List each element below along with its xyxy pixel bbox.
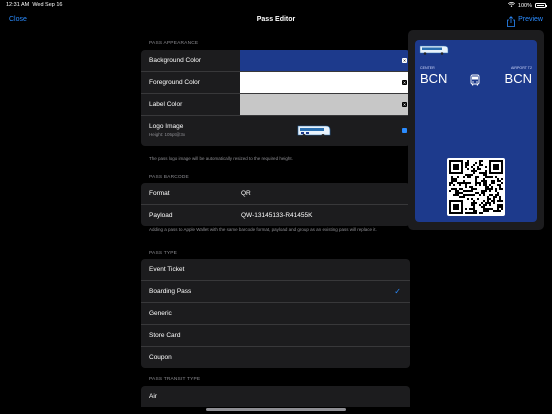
preview-button[interactable]: Preview <box>518 16 543 23</box>
transit-type-group: Air <box>141 386 410 407</box>
bus-icon <box>469 73 481 86</box>
logo-image-row[interactable]: Logo Image Height: 105pt@3x <box>141 115 410 146</box>
logo-edit-icon[interactable] <box>402 128 407 133</box>
barcode-payload-row[interactable]: Payload QW-13145133-R41455K <box>141 204 410 226</box>
status-right: 100% <box>507 2 547 9</box>
pass-logo-image <box>419 43 449 55</box>
logo-image-label: Logo Image <box>149 123 184 130</box>
pass-type-generic[interactable]: Generic <box>141 302 410 324</box>
pass-type-boarding-pass[interactable]: Boarding Pass ✓ <box>141 280 410 302</box>
pass-type-label: Boarding Pass <box>149 288 192 295</box>
foreground-color-label: Foreground Color <box>149 79 200 86</box>
appearance-note: The pass logo image will be automaticall… <box>149 156 293 161</box>
barcode-group: Format QR Payload QW-13145133-R41455K <box>141 183 410 226</box>
wifi-icon <box>507 2 515 9</box>
appearance-group: Background Color ✕ Foreground Color ✕ La… <box>141 50 410 146</box>
origin-label: CENTER <box>420 66 435 70</box>
transit-type-air[interactable]: Air <box>141 386 410 407</box>
editor-form: PASS APPEARANCE Background Color ✕ Foreg… <box>141 30 410 414</box>
section-header-transit-type: PASS TRANSIT TYPE <box>149 377 201 382</box>
battery-percent: 100% <box>517 2 532 9</box>
section-header-pass-type: PASS TYPE <box>149 251 178 256</box>
background-color-row[interactable]: Background Color ✕ <box>141 50 410 71</box>
home-indicator <box>206 408 346 411</box>
foreground-color-swatch[interactable] <box>240 72 410 93</box>
pass-type-coupon[interactable]: Coupon <box>141 346 410 368</box>
share-icon[interactable] <box>506 14 516 27</box>
clear-label-color-icon[interactable]: ✕ <box>402 102 407 107</box>
status-bar: 12:31 AM Wed Sep 16 100% <box>0 0 552 10</box>
bus-logo-image[interactable] <box>296 124 332 138</box>
origin-code: BCN <box>420 71 448 86</box>
background-color-label: Background Color <box>149 57 202 64</box>
label-color-label: Label Color <box>149 101 183 108</box>
barcode-format-label: Format <box>149 190 170 197</box>
pass-type-label: Event Ticket <box>149 266 185 273</box>
status-time: 12:31 AM Wed Sep 16 <box>6 2 63 8</box>
pass-type-label: Store Card <box>149 332 181 339</box>
pass-card: CENTER AIRPORT T2 BCN BCN <box>415 40 537 222</box>
pass-type-event-ticket[interactable]: Event Ticket <box>141 259 410 280</box>
section-header-barcode: PASS BARCODE <box>149 175 189 180</box>
clear-background-icon[interactable]: ✕ <box>402 58 407 63</box>
foreground-color-row[interactable]: Foreground Color ✕ <box>141 71 410 93</box>
pass-preview-popover: CENTER AIRPORT T2 BCN BCN <box>408 30 544 230</box>
barcode-format-row[interactable]: Format QR <box>141 183 410 204</box>
pass-type-label: Generic <box>149 310 172 317</box>
background-color-swatch[interactable] <box>240 50 410 71</box>
destination-code: BCN <box>504 71 532 86</box>
barcode-note: Adding a pass to Apple Wallet with the s… <box>149 227 377 232</box>
transit-type-label: Air <box>149 393 157 400</box>
label-color-row[interactable]: Label Color ✕ <box>141 93 410 115</box>
qr-code <box>447 158 505 216</box>
page-title: Pass Editor <box>256 16 296 23</box>
logo-image-size: Height: 105pt@3x <box>149 132 186 137</box>
checkmark-icon: ✓ <box>394 287 401 296</box>
pass-type-group: Event Ticket Boarding Pass ✓ Generic Stor… <box>141 259 410 368</box>
barcode-payload-label: Payload <box>149 212 173 219</box>
navigation-bar: Close Pass Editor Preview <box>0 10 552 30</box>
battery-icon <box>535 3 547 8</box>
barcode-payload-value[interactable]: QW-13145133-R41455K <box>241 212 312 219</box>
section-header-appearance: PASS APPEARANCE <box>149 41 199 46</box>
clear-foreground-icon[interactable]: ✕ <box>402 80 407 85</box>
label-color-swatch[interactable] <box>240 94 410 115</box>
pass-type-label: Coupon <box>149 354 172 361</box>
barcode-format-value: QR <box>241 190 251 197</box>
destination-label: AIRPORT T2 <box>511 66 532 70</box>
pass-type-store-card[interactable]: Store Card <box>141 324 410 346</box>
